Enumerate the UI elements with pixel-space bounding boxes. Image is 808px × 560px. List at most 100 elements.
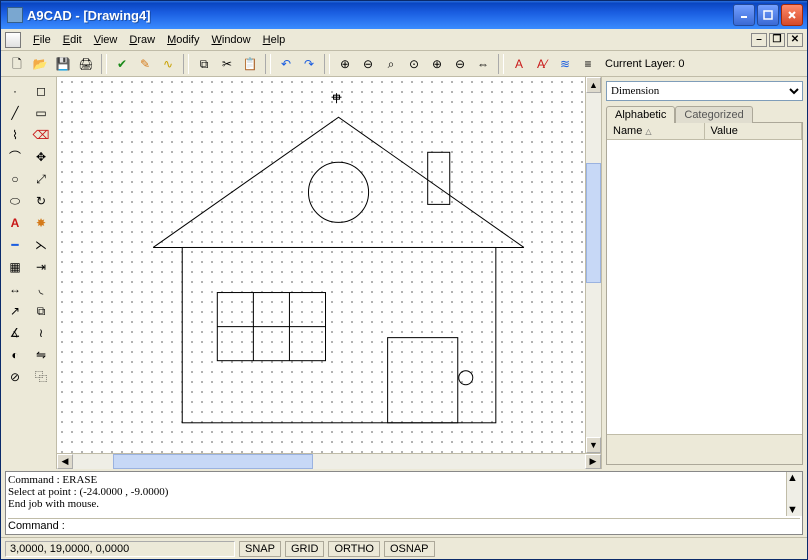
ruler-icon[interactable]: ∿ (158, 54, 178, 74)
move-tool-icon[interactable]: ✥ (29, 147, 53, 167)
text-style-icon[interactable]: A (509, 54, 529, 74)
snap-toggle[interactable]: SNAP (239, 541, 281, 557)
command-scrollbar[interactable]: ▲ ▼ (786, 472, 802, 516)
pan-icon[interactable]: ⇔ (473, 54, 493, 74)
drawing-canvas[interactable] (57, 77, 585, 453)
copy-tool-icon[interactable]: ⿻ (29, 367, 53, 387)
command-input[interactable] (69, 520, 800, 532)
fillet-tool-icon[interactable]: ◟ (29, 279, 53, 299)
text-tool-icon[interactable]: A (3, 213, 27, 233)
rotate-tool-icon[interactable]: ↻ (29, 191, 53, 211)
dim-linear-icon[interactable]: ↔ (3, 279, 27, 299)
line-tool-icon[interactable]: ╱ (3, 103, 27, 123)
dim-aligned-icon[interactable]: ↗ (3, 301, 27, 321)
point-tool-icon[interactable]: · (3, 81, 27, 101)
command-panel: Command : ERASE Select at point : (-24.0… (5, 471, 803, 535)
grid-toggle[interactable]: GRID (285, 541, 325, 557)
extend-tool-icon[interactable]: ⇥ (29, 257, 53, 277)
scroll-right-icon[interactable]: ▶ (585, 454, 601, 469)
cut-icon[interactable]: ✂ (217, 54, 237, 74)
circle-tool-icon[interactable]: ○ (3, 169, 27, 189)
tab-alphabetic[interactable]: Alphabetic (606, 106, 675, 123)
scroll-up-icon[interactable]: ▲ (586, 77, 601, 93)
menu-modify[interactable]: Modify (161, 32, 205, 48)
house-drawing (57, 77, 585, 453)
menu-draw[interactable]: Draw (123, 32, 161, 48)
zoom-out-icon[interactable]: ⊖ (358, 54, 378, 74)
mdi-close-button[interactable]: ✕ (787, 33, 803, 47)
ellipse-tool-icon[interactable]: ⬭ (3, 191, 27, 211)
hscroll-track[interactable] (73, 454, 585, 469)
print-icon[interactable]: 🖨 (76, 54, 96, 74)
properties-body[interactable] (607, 140, 802, 434)
save-icon[interactable]: 💾 (53, 54, 73, 74)
tab-categorized[interactable]: Categorized (675, 106, 752, 123)
open-icon[interactable]: 📂 (30, 54, 50, 74)
paint-icon[interactable]: ✎ (135, 54, 155, 74)
cmd-scroll-up-icon[interactable]: ▲ (787, 472, 802, 484)
scale-tool-icon[interactable]: ⤢ (29, 169, 53, 189)
canvas-vertical-scrollbar[interactable]: ▲ ▼ (585, 77, 601, 453)
maximize-button[interactable] (757, 4, 779, 26)
vscroll-track[interactable] (586, 93, 601, 437)
scroll-down-icon[interactable]: ▼ (586, 437, 601, 453)
properties-description (607, 434, 802, 464)
mdi-minimize-button[interactable]: – (751, 33, 767, 47)
copy-icon[interactable]: ⧉ (194, 54, 214, 74)
offset-tool-icon[interactable]: ⧉ (29, 301, 53, 321)
arc-tool-icon[interactable]: ⌒ (3, 147, 27, 167)
trim-tool-icon[interactable]: ⋋ (29, 235, 53, 255)
osnap-toggle[interactable]: OSNAP (384, 541, 435, 557)
zoom-window-icon[interactable]: ⌕ (381, 54, 401, 74)
new-icon[interactable]: 🗋 (7, 54, 27, 74)
select-tool-icon[interactable]: ◻ (29, 81, 53, 101)
image-tool-icon[interactable]: ▦ (3, 257, 27, 277)
zoom-previous-icon[interactable]: ⊖ (450, 54, 470, 74)
close-button[interactable] (781, 4, 803, 26)
minimize-button[interactable] (733, 4, 755, 26)
window-title: A9CAD - [Drawing4] (27, 8, 731, 23)
menu-window[interactable]: Window (205, 32, 256, 48)
linetype-icon[interactable]: ≡ (578, 54, 598, 74)
menu-help[interactable]: Help (257, 32, 292, 48)
break-tool-icon[interactable]: ≀ (29, 323, 53, 343)
properties-col-value[interactable]: Value (705, 123, 803, 139)
cmd-scroll-down-icon[interactable]: ▼ (787, 504, 802, 516)
match-props-icon[interactable]: ✔ (112, 54, 132, 74)
dim-diameter-icon[interactable]: ⊘ (3, 367, 27, 387)
mdi-restore-button[interactable]: ❐ (769, 33, 785, 47)
document-icon[interactable] (5, 32, 21, 48)
styles-icon[interactable]: ━ (3, 235, 27, 255)
undo-icon[interactable]: ↶ (276, 54, 296, 74)
properties-selector[interactable]: Dimension (606, 81, 803, 101)
polyline-tool-icon[interactable]: ⌇ (3, 125, 27, 145)
zoom-extents-icon[interactable]: ⊙ (404, 54, 424, 74)
menu-edit[interactable]: Edit (57, 32, 88, 48)
draw-modify-toolbar: ·◻ ╱▭ ⌇⌫ ⌒✥ ○⤢ ⬭↻ A✸ ━⋋ ▦⇥ ↔◟ ↗⧉ ∡≀ ◐⇋ ⊘… (1, 77, 57, 469)
zoom-realtime-icon[interactable]: ⊕ (427, 54, 447, 74)
command-history: Command : ERASE Select at point : (-24.0… (8, 474, 800, 518)
properties-col-name[interactable]: Name △ (607, 123, 705, 139)
menu-file[interactable]: File (27, 32, 57, 48)
standard-toolbar: 🗋 📂 💾 🖨 ✔ ✎ ∿ ⧉ ✂ 📋 ↶ ↷ ⊕ ⊖ ⌕ ⊙ ⊕ ⊖ ⇔ A … (1, 51, 807, 77)
ortho-toggle[interactable]: ORTHO (328, 541, 380, 557)
properties-header: Name △ Value (607, 123, 802, 140)
scroll-left-icon[interactable]: ◀ (57, 454, 73, 469)
dim-angular-icon[interactable]: ∡ (3, 323, 27, 343)
vscroll-thumb[interactable] (586, 163, 601, 283)
layers-icon[interactable]: ≋ (555, 54, 575, 74)
dim-radius-icon[interactable]: ◐ (3, 345, 27, 365)
mirror-tool-icon[interactable]: ⇋ (29, 345, 53, 365)
rectangle-tool-icon[interactable]: ▭ (29, 103, 53, 123)
erase-tool-icon[interactable]: ⌫ (29, 125, 53, 145)
hscroll-thumb[interactable] (113, 454, 313, 469)
zoom-in-icon[interactable]: ⊕ (335, 54, 355, 74)
current-layer-label: Current Layer: 0 (601, 58, 688, 70)
menu-view[interactable]: View (88, 32, 124, 48)
redo-icon[interactable]: ↷ (299, 54, 319, 74)
canvas-horizontal-scrollbar[interactable]: ◀ ▶ (57, 453, 601, 469)
paste-icon[interactable]: 📋 (240, 54, 260, 74)
workarea: ·◻ ╱▭ ⌇⌫ ⌒✥ ○⤢ ⬭↻ A✸ ━⋋ ▦⇥ ↔◟ ↗⧉ ∡≀ ◐⇋ ⊘… (1, 77, 807, 469)
dim-style-icon[interactable]: A⁄ (532, 54, 552, 74)
explode-tool-icon[interactable]: ✸ (29, 213, 53, 233)
